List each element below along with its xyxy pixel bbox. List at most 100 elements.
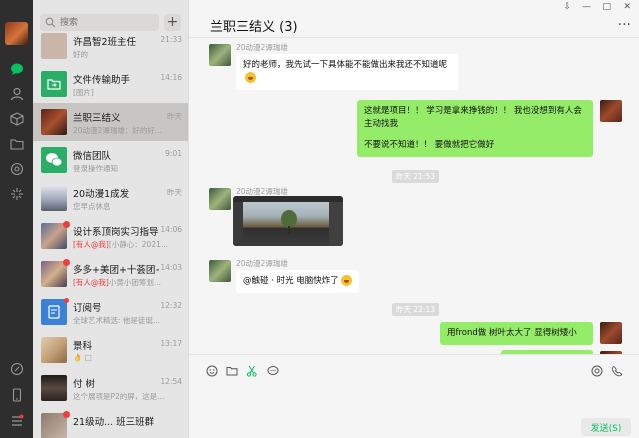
video-call-icon[interactable] [610, 364, 623, 377]
files-icon[interactable] [9, 136, 24, 151]
session-item[interactable]: 21级动... 班三班群 [33, 407, 188, 438]
emoji-icon[interactable] [205, 364, 218, 377]
menu-icon[interactable] [9, 413, 24, 428]
session-name: 微信团队 [73, 151, 112, 162]
session-name: 文件传输助手 [73, 75, 131, 86]
chat-history-icon[interactable] [266, 364, 279, 377]
sender-name: 20动漫2谭瑞雄 [236, 43, 288, 52]
session-item[interactable]: 付 树 12:54 这个展项是P2的屏，这是... [33, 369, 188, 407]
session-name: 订阅号 [73, 303, 102, 314]
my-message-avatar[interactable] [600, 100, 622, 122]
wechat-logo-icon [46, 153, 63, 167]
friend-avatar[interactable] [209, 260, 231, 282]
session-list-panel: 许昌智2班主任 21:33 好的 文件传输助手 14:16 [图片] 兰职三结义… [33, 0, 189, 438]
preview-text: 小黄小团筹划... [108, 278, 162, 287]
contacts-icon[interactable] [9, 86, 24, 101]
session-avatar [41, 33, 67, 59]
message-bubble-self[interactable]: 这就是项目！！ 学习是拿来挣钱的！！ 我也没想到有人会主动找我 不要说不知道！！… [357, 100, 593, 157]
session-item[interactable]: 许昌智2班主任 21:33 好的 [33, 27, 188, 65]
chats-icon[interactable] [9, 61, 24, 76]
search-icon [45, 17, 56, 28]
wechat-team-avatar [41, 147, 67, 173]
session-item[interactable]: 微信团队 9:01 登录操作通知 [33, 141, 188, 179]
session-item[interactable]: 多多+美团+十荟团+... 14:03 [有人@我]小黄小团筹划... [33, 255, 188, 293]
send-button[interactable]: 发送(S) [581, 418, 631, 436]
session-name: 许昌智2班主任 [73, 37, 137, 48]
session-time: 14:03 [160, 263, 182, 272]
session-avatar [41, 375, 67, 401]
tree-trunk [288, 226, 290, 234]
message-text: 不要说不知道！！ 要做就把它做好 [364, 140, 495, 150]
message-text: 这就是项目！！ 学习是拿来挣钱的！！ 我也没想到有人会主动找我 [364, 106, 582, 129]
unread-dot [63, 259, 70, 266]
message-bubble[interactable]: @触碰 · 时光 电脑快炸了 [236, 270, 359, 293]
session-item[interactable]: 文件传输助手 14:16 [图片] [33, 65, 188, 103]
message-text: 好的老师，我先试一下具体能不能做出来我还不知道呢 [243, 60, 448, 70]
subscription-icon [48, 305, 60, 319]
pin-window-button[interactable]: ⇩ [563, 2, 571, 12]
session-item[interactable]: 20动漫1成发 昨天 您早点休息 [33, 179, 188, 217]
maximize-button[interactable]: □ [602, 2, 611, 12]
friend-avatar[interactable] [209, 44, 231, 66]
session-preview: [图片] [73, 88, 94, 97]
session-name: 20动漫1成发 [73, 189, 130, 200]
image-message[interactable] [233, 196, 343, 246]
minimize-button[interactable]: — [582, 2, 591, 12]
image-side-panel [233, 202, 243, 246]
session-list[interactable]: 许昌智2班主任 21:33 好的 文件传输助手 14:16 [图片] 兰职三结义… [33, 27, 188, 438]
folder-arrow-icon [47, 79, 61, 90]
session-item[interactable]: 景科 13:17 👌 □ [33, 331, 188, 369]
new-chat-button[interactable]: + [164, 14, 181, 31]
session-name: 兰职三结义 [73, 113, 121, 124]
left-nav-rail [0, 0, 33, 438]
session-time: 12:54 [160, 377, 182, 386]
favorites-icon[interactable] [9, 111, 24, 126]
close-button[interactable]: ✕ [623, 2, 631, 12]
mention-tag: [有人@我] [73, 278, 109, 287]
moments-icon[interactable] [9, 161, 24, 176]
session-preview: 20动漫2谭瑞雄：好的好... [73, 126, 162, 135]
message-bubble-self[interactable]: 用frond做 树叶太大了 显得树矮小 [440, 322, 593, 345]
image-toolbar [233, 196, 343, 202]
subscription-avatar [41, 299, 67, 325]
voice-call-icon[interactable] [590, 364, 603, 377]
mini-program-panel-icon[interactable] [9, 361, 24, 376]
chat-more-button[interactable]: ··· [618, 17, 631, 33]
folder-icon[interactable] [225, 364, 238, 377]
session-item-active[interactable]: 兰职三结义 昨天 20动漫2谭瑞雄：好的好... [33, 103, 188, 141]
session-avatar [41, 337, 67, 363]
session-time: 14:06 [160, 225, 182, 234]
session-time: 9:01 [165, 149, 182, 158]
session-item[interactable]: 设计系顶岗实习指导... 14:06 [有人@我][小静心：2021... [33, 217, 188, 255]
chat-title: 兰职三结义 (3) [210, 20, 298, 35]
scissors-icon[interactable] [245, 364, 258, 377]
sender-name: 20动漫2谭瑞雄 [236, 259, 288, 268]
session-item[interactable]: 订阅号 12:32 全球艺术精选: 他是徒诞... [33, 293, 188, 331]
session-time: 13:17 [160, 339, 182, 348]
phone-icon[interactable] [9, 387, 24, 402]
unread-dot [63, 221, 70, 228]
chat-panel: ⇩ — □ ✕ 兰职三结义 (3) ··· 20动漫2谭瑞雄 好的老师，我先试一… [189, 0, 639, 438]
time-stamp: 昨天 21:53 [392, 170, 439, 183]
session-name: 付 树 [73, 379, 96, 390]
search-input[interactable] [60, 15, 155, 30]
preview-text: [小静心：2021... [108, 240, 169, 249]
mention-tag: [有人@我] [73, 240, 109, 249]
message-list[interactable]: 20动漫2谭瑞雄 好的老师，我先试一下具体能不能做出来我还不知道呢 这就是项目！… [189, 38, 639, 354]
my-avatar[interactable] [5, 22, 28, 45]
message-bubble[interactable]: 好的老师，我先试一下具体能不能做出来我还不知道呢 [236, 54, 458, 90]
session-time: 昨天 [167, 112, 182, 121]
session-preview: 您早点休息 [73, 202, 111, 211]
session-name: 多多+美团+十荟团+... [73, 265, 159, 276]
session-preview: [有人@我]小黄小团筹划... [73, 277, 183, 288]
session-name: 景科 [73, 341, 93, 352]
session-preview: 好的 [73, 50, 88, 59]
search-box[interactable] [40, 14, 159, 31]
session-preview: 全球艺术精选: 他是徒诞... [73, 316, 161, 325]
my-message-avatar[interactable] [600, 322, 622, 344]
session-preview: 这个展项是P2的屏，这是... [73, 392, 165, 401]
emoji-icon [340, 275, 352, 286]
mini-programs-icon[interactable] [9, 186, 24, 201]
friend-avatar[interactable] [209, 188, 231, 210]
